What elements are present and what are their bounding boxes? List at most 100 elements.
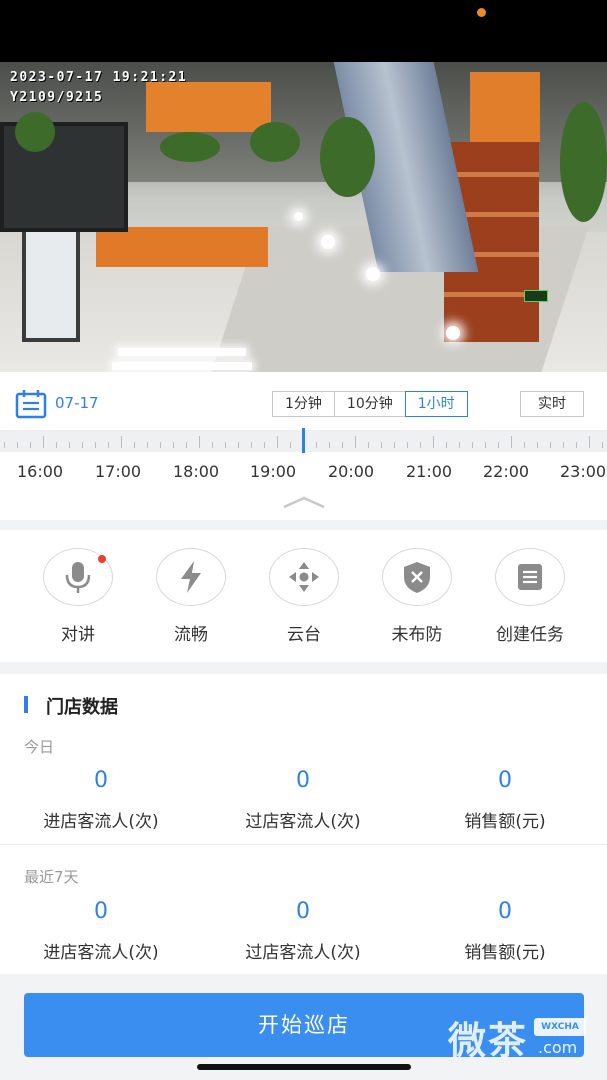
watermark-logo: 微茶: [448, 1019, 529, 1063]
today-label: 今日: [24, 738, 55, 756]
recording-indicator-dot: [477, 8, 486, 17]
today-entering-visitors-value: 0: [94, 768, 108, 793]
timeline-tick: [134, 442, 135, 448]
playback-date[interactable]: 07-17: [55, 394, 99, 412]
timeline-tick: [576, 442, 577, 448]
ptz-arrows-icon: [289, 562, 319, 592]
timeline-tick: [160, 442, 161, 448]
timeline-tick: [381, 442, 382, 448]
timeline-tick: [225, 442, 226, 448]
timeline-tick: [420, 442, 421, 448]
today-passing-visitors-caption: 过店客流人(次): [245, 812, 361, 832]
timeline-tick: [602, 442, 603, 448]
timeline-tick: [95, 442, 96, 448]
today-entering-visitors-caption: 进店客流人(次): [43, 812, 159, 832]
timeline-cursor[interactable]: [302, 428, 305, 453]
timeline-tick: [433, 436, 434, 448]
timeline-tick: [407, 442, 408, 448]
microphone-icon: [65, 562, 91, 593]
week-sales-caption: 销售额(元): [464, 943, 546, 963]
smooth-quality-label: 流畅: [174, 625, 208, 645]
timeline-tick: [550, 442, 551, 448]
camera-video-feed[interactable]: 2023-07-17 19:21:21 Y2109/9215: [0, 62, 607, 372]
timeline-tick: [329, 442, 330, 448]
disarmed-label: 未布防: [391, 625, 443, 645]
timeline-tick: [277, 436, 278, 448]
timeline-hour-label: 17:00: [95, 462, 142, 481]
week-passing-visitors-caption: 过店客流人(次): [245, 943, 361, 963]
calendar-icon[interactable]: [15, 389, 47, 419]
timeline-tick: [264, 442, 265, 448]
ptz-label: 云台: [287, 625, 321, 645]
video-timestamp: 2023-07-17 19:21:21: [10, 70, 188, 85]
timeline-tick: [316, 442, 317, 448]
timeline-tick: [199, 436, 200, 448]
realtime-button[interactable]: 实时: [520, 391, 584, 417]
timeline-tick: [69, 442, 70, 448]
status-bar: [0, 0, 607, 62]
store-data-title: 门店数据: [46, 697, 118, 718]
video-device-id: Y2109/9215: [10, 90, 104, 105]
timeline-tick: [472, 442, 473, 448]
timeline-tick: [4, 442, 5, 448]
collapse-chevron-up-icon[interactable]: [282, 496, 326, 508]
timeline-tick: [186, 442, 187, 448]
intercom-label: 对讲: [61, 625, 95, 645]
week-passing-visitors-value: 0: [296, 899, 310, 924]
watermark-badge: WXCHA: [534, 1018, 586, 1036]
timeline-tick: [563, 442, 564, 448]
last-7-days-label: 最近7天: [24, 868, 79, 886]
timeline-zoom-selector: 1分钟 10分钟 1小时: [272, 391, 468, 417]
document-list-icon: [518, 564, 542, 590]
smooth-quality-button[interactable]: 流畅: [136, 548, 246, 645]
camera-actions: 对讲 流畅 云台 未布防 创建任务: [0, 530, 607, 662]
create-task-label: 创建任务: [496, 625, 564, 645]
shield-x-icon: [404, 562, 430, 593]
week-sales-value: 0: [498, 899, 512, 924]
timeline-tick: [537, 442, 538, 448]
timeline-tick: [511, 436, 512, 448]
timeline-tick: [394, 442, 395, 448]
timeline-hour-label: 19:00: [250, 462, 297, 481]
timeline-tick: [589, 436, 590, 448]
timeline-hour-label: 18:00: [173, 462, 220, 481]
timeline-tick: [342, 442, 343, 448]
timeline-tick: [82, 442, 83, 448]
timeline-tick: [212, 442, 213, 448]
watermark-domain: .com: [538, 1038, 578, 1057]
store-data-panel: 门店数据 今日 0 0 0 进店客流人(次) 过店客流人(次) 销售额(元) 最…: [0, 674, 607, 974]
timeline-hour-label: 20:00: [328, 462, 375, 481]
home-indicator[interactable]: [197, 1064, 411, 1070]
today-sales-value: 0: [498, 768, 512, 793]
playback-controls: 07-17 1分钟 10分钟 1小时 实时 16:00 17:00 18:00 …: [0, 372, 607, 520]
week-entering-visitors-caption: 进店客流人(次): [43, 943, 159, 963]
timeline-hour-label: 16:00: [17, 462, 64, 481]
timeline-tick: [17, 442, 18, 448]
intercom-button[interactable]: 对讲: [23, 548, 133, 645]
timeline-tick: [238, 442, 239, 448]
today-passing-visitors-value: 0: [296, 768, 310, 793]
timeline-tick: [30, 442, 31, 448]
timeline-tick: [498, 442, 499, 448]
zoom-10-minutes-button[interactable]: 10分钟: [334, 392, 406, 416]
timeline-tick: [524, 442, 525, 448]
timeline-tick: [446, 442, 447, 448]
timeline-hour-label: 21:00: [406, 462, 453, 481]
timeline-tick: [173, 442, 174, 448]
timeline-tick: [290, 442, 291, 448]
timeline-hour-label: 22:00: [483, 462, 530, 481]
create-task-button[interactable]: 创建任务: [475, 548, 585, 645]
zoom-1-minute-button[interactable]: 1分钟: [273, 392, 335, 416]
timeline-tick: [43, 436, 44, 448]
timeline-tick: [121, 436, 122, 448]
divider: [0, 844, 607, 845]
timeline-tick: [368, 442, 369, 448]
today-sales-caption: 销售额(元): [464, 812, 546, 832]
ptz-button[interactable]: 云台: [249, 548, 359, 645]
timeline-tick: [147, 442, 148, 448]
zoom-1-hour-button[interactable]: 1小时: [404, 391, 468, 417]
disarmed-button[interactable]: 未布防: [362, 548, 472, 645]
lightning-icon: [181, 561, 201, 593]
notification-dot: [98, 555, 106, 563]
timeline-tick: [459, 442, 460, 448]
